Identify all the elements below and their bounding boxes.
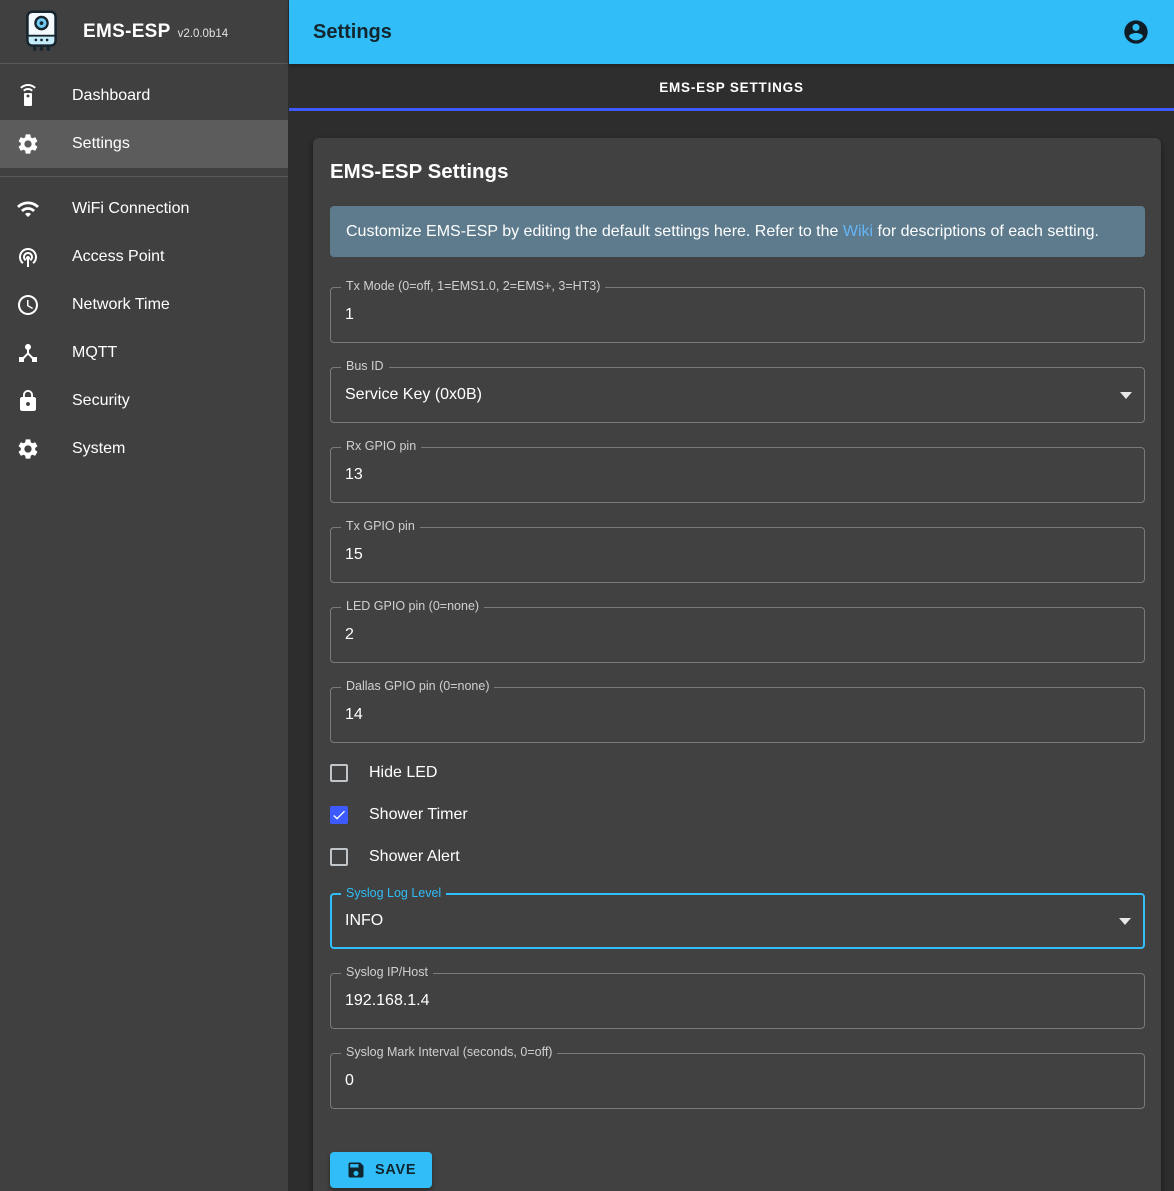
field-label: Bus ID [341, 359, 389, 373]
sidebar-item-label: Security [72, 392, 130, 410]
field-label: Syslog IP/Host [341, 965, 433, 979]
sidebar-header: EMS-ESP v2.0.0b14 [0, 0, 288, 64]
clock-icon [16, 293, 40, 317]
sidebar-item-label: Dashboard [72, 87, 150, 105]
sidebar-item-network-time[interactable]: Network Time [0, 281, 288, 329]
app-version: v2.0.0b14 [178, 28, 229, 40]
lock-icon [16, 389, 40, 413]
save-button[interactable]: SAVE [330, 1152, 432, 1188]
rx-gpio-field[interactable]: Rx GPIO pin 13 [330, 447, 1145, 503]
field-value: 192.168.1.4 [345, 992, 430, 1010]
syslog-interval-field[interactable]: Syslog Mark Interval (seconds, 0=off) 0 [330, 1053, 1145, 1109]
field-label: Tx Mode (0=off, 1=EMS1.0, 2=EMS+, 3=HT3) [341, 279, 605, 293]
sidebar-item-wifi-connection[interactable]: WiFi Connection [0, 185, 288, 233]
wiki-link[interactable]: Wiki [843, 223, 873, 240]
sidebar-item-label: Network Time [72, 296, 170, 314]
tab-indicator [289, 108, 1174, 111]
appbar: Settings [289, 0, 1174, 64]
checkbox-unchecked-icon [330, 848, 348, 866]
field-label: Dallas GPIO pin (0=none) [341, 679, 494, 693]
sidebar-nav-secondary: WiFi Connection Access Point Network Tim… [0, 177, 288, 481]
checkbox-group: Hide LED Shower Timer Shower Alert [330, 752, 1145, 878]
info-banner: Customize EMS-ESP by editing the default… [330, 206, 1145, 257]
checkbox-shower-alert[interactable]: Shower Alert [330, 836, 460, 878]
field-value: 2 [345, 626, 354, 644]
account-circle-icon[interactable] [1122, 18, 1150, 46]
sidebar-item-system[interactable]: System [0, 425, 288, 473]
dallas-gpio-field[interactable]: Dallas GPIO pin (0=none) 14 [330, 687, 1145, 743]
checkbox-label: Shower Alert [369, 848, 460, 866]
sidebar: EMS-ESP v2.0.0b14 Dashboard Settings [0, 0, 289, 1191]
device-hub-icon [16, 341, 40, 365]
gear-icon [16, 132, 40, 156]
field-value: INFO [345, 912, 383, 930]
banner-text: Customize EMS-ESP by editing the default… [346, 223, 843, 240]
checkbox-label: Shower Timer [369, 806, 468, 824]
sidebar-item-label: System [72, 440, 125, 458]
sidebar-item-label: WiFi Connection [72, 200, 189, 218]
checkbox-unchecked-icon [330, 764, 348, 782]
sidebar-item-mqtt[interactable]: MQTT [0, 329, 288, 377]
field-label: LED GPIO pin (0=none) [341, 599, 484, 613]
sidebar-item-label: Settings [72, 135, 130, 153]
sidebar-nav-primary: Dashboard Settings [0, 64, 288, 176]
banner-text: for descriptions of each setting. [873, 223, 1099, 240]
settings-card: EMS-ESP Settings Customize EMS-ESP by ed… [313, 138, 1161, 1191]
chevron-down-icon [1119, 918, 1131, 925]
checkbox-checked-icon [330, 806, 348, 824]
wifi-icon [16, 197, 40, 221]
led-gpio-field[interactable]: LED GPIO pin (0=none) 2 [330, 607, 1145, 663]
checkbox-shower-timer[interactable]: Shower Timer [330, 794, 468, 836]
gear-icon [16, 437, 40, 461]
card-heading: EMS-ESP Settings [330, 160, 1145, 184]
field-value: 0 [345, 1072, 354, 1090]
field-label: Syslog Mark Interval (seconds, 0=off) [341, 1045, 557, 1059]
sidebar-item-settings[interactable]: Settings [0, 120, 288, 168]
app-title: EMS-ESP [83, 21, 171, 43]
field-value: 14 [345, 706, 363, 724]
sidebar-item-access-point[interactable]: Access Point [0, 233, 288, 281]
bus-id-select[interactable]: Bus ID Service Key (0x0B) [330, 367, 1145, 423]
field-label: Syslog Log Level [341, 886, 446, 900]
tab-bar: EMS-ESP SETTINGS [289, 64, 1174, 111]
save-icon [346, 1160, 366, 1180]
field-label: Tx GPIO pin [341, 519, 420, 533]
field-value: 15 [345, 546, 363, 564]
chevron-down-icon [1120, 392, 1132, 399]
sidebar-item-dashboard[interactable]: Dashboard [0, 72, 288, 120]
tx-gpio-field[interactable]: Tx GPIO pin 15 [330, 527, 1145, 583]
main-area: Settings EMS-ESP SETTINGS EMS-ESP Settin… [289, 0, 1174, 1191]
boiler-logo-icon [19, 9, 64, 54]
checkbox-label: Hide LED [369, 764, 437, 782]
field-value: 1 [345, 306, 354, 324]
page-content: EMS-ESP Settings Customize EMS-ESP by ed… [289, 111, 1174, 1191]
syslog-host-field[interactable]: Syslog IP/Host 192.168.1.4 [330, 973, 1145, 1029]
remote-icon [16, 84, 40, 108]
field-value: Service Key (0x0B) [345, 386, 482, 404]
field-label: Rx GPIO pin [341, 439, 421, 453]
page-title: Settings [313, 21, 1122, 44]
field-value: 13 [345, 466, 363, 484]
sidebar-item-security[interactable]: Security [0, 377, 288, 425]
sidebar-item-label: Access Point [72, 248, 164, 266]
save-button-label: SAVE [375, 1162, 416, 1178]
sidebar-item-label: MQTT [72, 344, 117, 362]
app-root: EMS-ESP v2.0.0b14 Dashboard Settings [0, 0, 1174, 1191]
checkbox-hide-led[interactable]: Hide LED [330, 752, 437, 794]
tx-mode-field[interactable]: Tx Mode (0=off, 1=EMS1.0, 2=EMS+, 3=HT3)… [330, 287, 1145, 343]
wifi-tethering-icon [16, 245, 40, 269]
syslog-level-select[interactable]: Syslog Log Level INFO [330, 893, 1145, 949]
tab-ems-esp-settings[interactable]: EMS-ESP SETTINGS [659, 80, 804, 95]
